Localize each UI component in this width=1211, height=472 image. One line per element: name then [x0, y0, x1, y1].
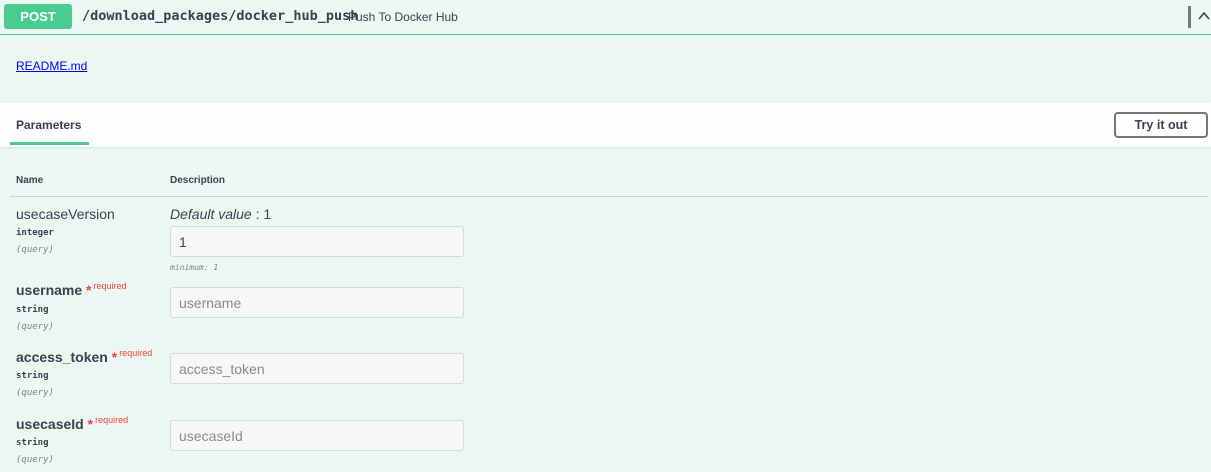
username-input[interactable] [170, 287, 464, 318]
param-type-usecaseid: string [16, 438, 49, 448]
method-badge: POST [4, 4, 72, 29]
column-header-name: Name [16, 175, 44, 186]
param-name-access-token: access_token [16, 349, 108, 365]
param-name-usecaseversion: usecaseVersion [16, 206, 115, 222]
operation-header[interactable]: POST /download_packages/docker_hub_push … [0, 0, 1211, 35]
param-location-usecaseversion: (query) [16, 245, 54, 255]
default-value-label: Default value [170, 206, 252, 222]
operation-path: /download_packages/docker_hub_push [82, 8, 359, 24]
column-header-description: Description [170, 175, 226, 186]
required-star: * [86, 282, 92, 298]
access-token-input[interactable] [170, 353, 464, 384]
required-star: * [111, 349, 118, 365]
readme-link[interactable]: README.md [16, 59, 87, 73]
default-value-line: Default value : 1 [170, 206, 271, 222]
param-location-username: (query) [16, 322, 54, 332]
required-label: required [119, 348, 153, 358]
required-star: * [87, 416, 94, 432]
param-type-username: string [16, 305, 49, 315]
header-divider [1188, 6, 1191, 28]
usecaseid-input[interactable] [170, 420, 464, 451]
chevron-up-icon[interactable] [1196, 8, 1211, 24]
param-type-access-token: string [16, 371, 49, 381]
param-location-usecaseid: (query) [16, 455, 54, 465]
param-name-username: username [16, 282, 83, 298]
param-name-access-token-row: access_token * required [16, 348, 153, 365]
tab-parameters[interactable]: Parameters [10, 103, 89, 145]
minimum-constraint: minimum: 1 [170, 263, 219, 272]
param-name-usecaseid: usecaseId [16, 416, 84, 432]
operation-summary: Push To Docker Hub [348, 10, 458, 24]
param-location-access-token: (query) [16, 388, 54, 398]
param-name-username-row: username * required [16, 281, 127, 298]
usecaseversion-input[interactable] [170, 226, 464, 257]
parameters-section-header: Parameters Try it out [0, 103, 1211, 147]
tab-parameters-label: Parameters [16, 118, 82, 132]
try-it-out-button[interactable]: Try it out [1114, 112, 1208, 138]
param-type-usecaseversion: integer [16, 228, 54, 238]
table-header-divider [10, 196, 1208, 197]
param-name-usecaseid-row: usecaseId * required [16, 415, 129, 432]
default-value: 1 [263, 206, 272, 222]
default-value-separator: : [251, 206, 264, 222]
required-label: required [95, 415, 129, 425]
required-label: required [93, 281, 127, 291]
